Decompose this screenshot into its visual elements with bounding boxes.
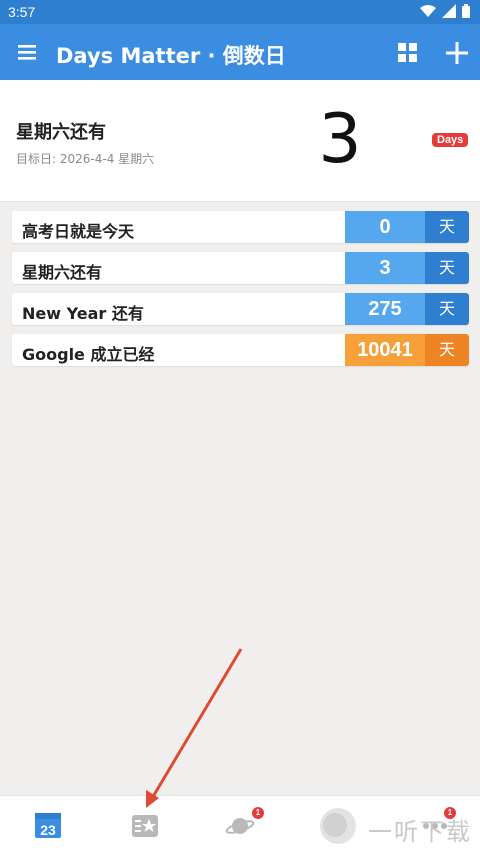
notification-badge: 1 — [252, 807, 264, 819]
status-time: 3:57 — [8, 4, 36, 20]
event-label: Google 成立已经 — [22, 345, 155, 364]
watermark-logo — [320, 808, 356, 844]
menu-icon[interactable] — [14, 40, 42, 64]
featured-event-title: 星期六还有 — [16, 122, 106, 143]
event-label: New Year 还有 — [22, 304, 144, 323]
event-label: 星期六还有 — [22, 263, 103, 282]
signal-icon — [442, 4, 456, 18]
calendar-date-label: 23 — [40, 822, 56, 838]
watermark-text: 一听下载 — [368, 818, 472, 846]
featured-event-card[interactable]: 星期六还有 目标日: 2026-4-4 星期六 3 Days — [0, 80, 480, 202]
wifi-icon — [420, 5, 436, 17]
add-icon[interactable] — [444, 40, 470, 66]
event-days-unit: 天 — [425, 211, 469, 243]
featured-event-date: 目标日: 2026-4-4 星期六 — [16, 152, 155, 166]
planet-icon[interactable] — [225, 810, 255, 840]
event-days-value: 0 — [345, 211, 425, 243]
starred-list-icon[interactable] — [130, 810, 160, 840]
event-days-value: 3 — [345, 252, 425, 284]
app-bar: Days Matter · 倒数日 — [0, 24, 480, 80]
status-icons — [420, 4, 470, 18]
grid-icon[interactable] — [396, 41, 420, 65]
days-badge: Days — [432, 133, 469, 147]
battery-icon — [462, 4, 470, 18]
event-days-value: 10041 — [345, 334, 425, 366]
event-label: 高考日就是今天 — [22, 222, 135, 241]
list-item[interactable]: 高考日就是今天 0 天 — [12, 211, 469, 243]
event-days-unit: 天 — [425, 252, 469, 284]
list-item[interactable]: Google 成立已经 10041 天 — [12, 334, 469, 366]
event-days-unit: 天 — [425, 293, 469, 325]
list-item[interactable]: 星期六还有 3 天 — [12, 252, 469, 284]
status-bar: 3:57 — [0, 0, 480, 24]
calendar-icon[interactable]: 23 — [33, 810, 63, 840]
list-item[interactable]: New Year 还有 275 天 — [12, 293, 469, 325]
event-list: 高考日就是今天 0 天 星期六还有 3 天 New Year 还有 275 天 … — [12, 211, 469, 375]
event-days-unit: 天 — [425, 334, 469, 366]
featured-event-count: 3 — [318, 100, 362, 179]
page-title: Days Matter · 倒数日 — [56, 44, 286, 68]
event-days-value: 275 — [345, 293, 425, 325]
